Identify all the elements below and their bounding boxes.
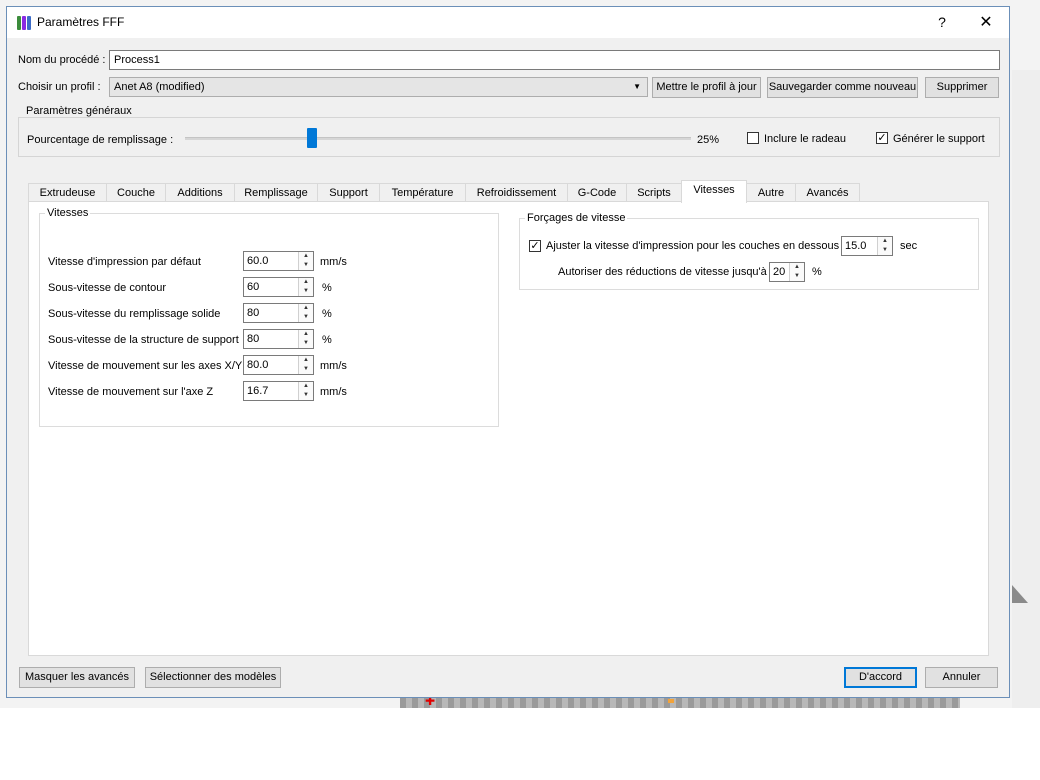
select-models-button[interactable]: Sélectionner des modèles — [145, 667, 281, 688]
z-travel-speed-spinbox[interactable]: 16.7 ▲ ▼ — [243, 381, 314, 401]
xy-travel-speed-value: 80.0 — [247, 359, 269, 371]
delete-profile-button[interactable]: Supprimer — [925, 77, 999, 98]
build-plate — [400, 698, 960, 708]
profile-select[interactable]: Anet A8 (modified) ▼ — [109, 77, 648, 97]
general-settings-title: Paramètres généraux — [24, 105, 134, 117]
origin-axis-icon: ✚ — [425, 694, 436, 708]
z-travel-speed-label: Vitesse de mouvement sur l'axe Z — [48, 386, 214, 398]
fff-settings-dialog: Paramètres FFF ? ✕ Nom du procédé : Proc… — [6, 6, 1010, 698]
adjust-speed-spinbox[interactable]: 15.0 ▲ ▼ — [841, 236, 893, 256]
support-speed-label: Sous-vitesse de la structure de support — [48, 334, 239, 346]
update-profile-button[interactable]: Mettre le profil à jour — [652, 77, 761, 98]
raft-checkbox[interactable] — [747, 132, 759, 144]
speed-default-label: Vitesse d'impression par défaut — [48, 256, 201, 268]
support-speed-value: 80 — [247, 333, 260, 345]
spin-down-icon[interactable]: ▼ — [878, 246, 892, 255]
speeds-group-title: Vitesses — [45, 207, 91, 219]
perimeter-speed-label: Sous-vitesse de contour — [48, 282, 167, 294]
spin-down-icon[interactable]: ▼ — [299, 365, 313, 374]
tab-avances[interactable]: Avancés — [795, 183, 860, 202]
tab-remplissage[interactable]: Remplissage — [234, 183, 318, 202]
tab-temperature[interactable]: Température — [379, 183, 466, 202]
solid-infill-speed-value: 80 — [247, 307, 260, 319]
tab-additions[interactable]: Additions — [165, 183, 235, 202]
tab-scripts[interactable]: Scripts — [626, 183, 682, 202]
spin-up-icon[interactable]: ▲ — [790, 263, 804, 272]
spin-up-icon[interactable]: ▲ — [299, 356, 313, 365]
ok-button[interactable]: D'accord — [844, 667, 917, 688]
raft-label: Inclure le radeau — [764, 133, 846, 145]
adjust-speed-value: 15.0 — [845, 240, 867, 252]
reduction-label: Autoriser des réductions de vitesse jusq… — [558, 266, 767, 278]
speed-default-unit: mm/s — [320, 256, 347, 268]
save-as-new-button[interactable]: Sauvegarder comme nouveau — [767, 77, 918, 98]
background-shape — [1012, 585, 1028, 603]
xy-travel-speed-spinbox[interactable]: 80.0 ▲ ▼ — [243, 355, 314, 375]
spin-up-icon[interactable]: ▲ — [299, 252, 313, 261]
spin-down-icon[interactable]: ▼ — [299, 313, 313, 322]
infill-value: 25% — [697, 134, 720, 146]
spin-up-icon[interactable]: ▲ — [299, 304, 313, 313]
tab-extrudeuse[interactable]: Extrudeuse — [28, 183, 107, 202]
tab-couche[interactable]: Couche — [106, 183, 166, 202]
speed-default-spinbox[interactable]: 60.0 ▲ ▼ — [243, 251, 314, 271]
spin-down-icon[interactable]: ▼ — [299, 391, 313, 400]
xy-travel-speed-unit: mm/s — [320, 360, 347, 372]
reduction-spinbox[interactable]: 20 ▲ ▼ — [769, 262, 805, 282]
profile-label: Choisir un profil : — [18, 81, 101, 93]
speed-overrides-title: Forçages de vitesse — [525, 212, 628, 224]
infill-slider-thumb[interactable] — [306, 128, 317, 148]
profile-select-value: Anet A8 (modified) — [114, 81, 205, 93]
tab-autre[interactable]: Autre — [746, 183, 796, 202]
tab-gcode[interactable]: G-Code — [567, 183, 627, 202]
infill-label: Pourcentage de remplissage : — [27, 134, 174, 146]
process-name-input[interactable]: Process1 — [109, 50, 1000, 70]
speed-default-value: 60.0 — [247, 255, 269, 267]
perimeter-speed-unit: % — [322, 282, 332, 294]
spin-down-icon[interactable]: ▼ — [790, 272, 804, 281]
spin-up-icon[interactable]: ▲ — [878, 237, 892, 246]
reduction-unit: % — [812, 266, 822, 278]
solid-infill-speed-unit: % — [322, 308, 332, 320]
spin-up-icon[interactable]: ▲ — [299, 330, 313, 339]
support-speed-spinbox[interactable]: 80 ▲ ▼ — [243, 329, 314, 349]
tab-support[interactable]: Support — [317, 183, 380, 202]
infill-slider-track[interactable] — [185, 137, 691, 140]
support-label: Générer le support — [893, 133, 985, 145]
build-plate-marker — [668, 699, 674, 703]
tab-page-vitesses: Vitesses Vitesse d'impression par défaut… — [28, 201, 989, 656]
spin-up-icon[interactable]: ▲ — [299, 382, 313, 391]
tab-vitesses[interactable]: Vitesses — [681, 180, 747, 203]
app-icon — [17, 16, 31, 30]
spin-down-icon[interactable]: ▼ — [299, 261, 313, 270]
solid-infill-speed-spinbox[interactable]: 80 ▲ ▼ — [243, 303, 314, 323]
cancel-button[interactable]: Annuler — [925, 667, 998, 688]
hide-advanced-button[interactable]: Masquer les avancés — [19, 667, 135, 688]
support-speed-unit: % — [322, 334, 332, 346]
help-button[interactable]: ? — [919, 7, 965, 38]
close-icon[interactable]: ✕ — [963, 7, 1009, 38]
support-checkbox[interactable]: ✓ — [876, 132, 888, 144]
z-travel-speed-value: 16.7 — [247, 385, 269, 397]
spin-down-icon[interactable]: ▼ — [299, 339, 313, 348]
reduction-value: 20 — [773, 266, 786, 278]
process-name-label: Nom du procédé : — [18, 54, 106, 66]
title-bar: Paramètres FFF ? ✕ — [7, 7, 1009, 38]
perimeter-speed-value: 60 — [247, 281, 260, 293]
speeds-rows: Vitesse d'impression par défaut 60.0 ▲ ▼ … — [48, 251, 488, 411]
spin-up-icon[interactable]: ▲ — [299, 278, 313, 287]
speed-overrides-group — [519, 218, 979, 290]
window-title: Paramètres FFF — [37, 15, 125, 29]
adjust-speed-checkbox[interactable]: ✓ — [529, 240, 541, 252]
solid-infill-speed-label: Sous-vitesse du remplissage solide — [48, 308, 221, 320]
adjust-speed-unit: sec — [900, 240, 918, 252]
perimeter-speed-spinbox[interactable]: 60 ▲ ▼ — [243, 277, 314, 297]
xy-travel-speed-label: Vitesse de mouvement sur les axes X/Y — [48, 360, 243, 372]
chevron-down-icon: ▼ — [633, 82, 641, 91]
adjust-speed-label: Ajuster la vitesse d'impression pour les… — [546, 240, 840, 252]
spin-down-icon[interactable]: ▼ — [299, 287, 313, 296]
z-travel-speed-unit: mm/s — [320, 386, 347, 398]
background-viewport-edge — [1012, 70, 1040, 708]
tab-refroidissement[interactable]: Refroidissement — [465, 183, 568, 202]
